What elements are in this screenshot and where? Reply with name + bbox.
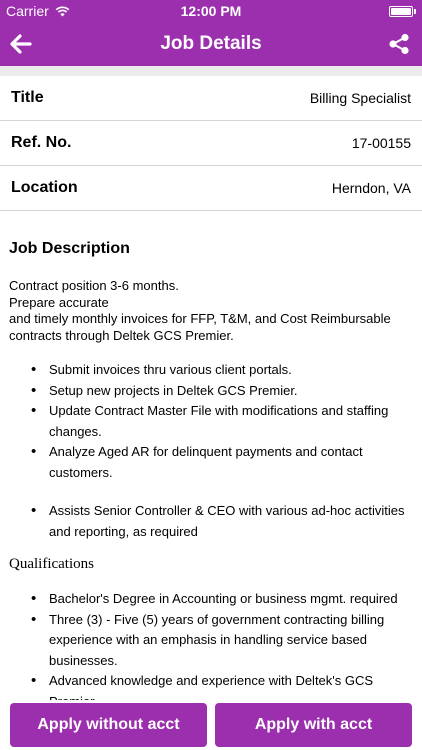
page-title: Job Details <box>160 33 262 54</box>
list-item: Setup new projects in Deltek GCS Premier… <box>9 381 413 402</box>
intro-line: and timely monthly invoices for FFP, T&M… <box>9 311 391 343</box>
list-item: Advanced knowledge and experience with D… <box>9 671 413 700</box>
description-intro: Contract position 3-6 months. Prepare ac… <box>9 278 413 344</box>
job-description-scroll[interactable]: Job Description Contract position 3-6 mo… <box>0 212 422 700</box>
list-item: Analyze Aged AR for delinquent payments … <box>9 442 413 483</box>
list-item: Bachelor's Degree in Accounting or busin… <box>9 589 413 610</box>
job-details-table: Title Billing Specialist Ref. No. 17-001… <box>0 76 422 211</box>
back-arrow-icon <box>10 34 32 54</box>
detail-row-title: Title Billing Specialist <box>0 76 422 121</box>
list-item: Update Contract Master File with modific… <box>9 401 413 442</box>
detail-value: Herndon, VA <box>331 180 411 196</box>
apply-with-account-button[interactable]: Apply with acct <box>215 703 412 747</box>
header-separator <box>0 66 422 76</box>
wifi-icon <box>55 6 70 16</box>
responsibilities-list: Submit invoices thru various client port… <box>9 360 413 483</box>
job-description-heading: Job Description <box>9 240 130 257</box>
battery-icon <box>389 5 416 17</box>
nav-bar: Job Details <box>0 22 422 66</box>
list-item: Submit invoices thru various client port… <box>9 360 413 381</box>
detail-row-location: Location Herndon, VA <box>0 166 422 211</box>
action-bar: Apply without acct Apply with acct <box>0 700 422 750</box>
list-item: Assists Senior Controller & CEO with var… <box>9 501 413 542</box>
detail-label: Location <box>11 179 78 196</box>
detail-value: 17-00155 <box>351 135 411 151</box>
intro-line: Contract position 3-6 months. <box>9 278 179 293</box>
carrier-group: Carrier <box>6 3 70 19</box>
apply-without-account-button[interactable]: Apply without acct <box>10 703 207 747</box>
intro-line: Prepare accurate <box>9 294 109 310</box>
detail-row-ref-no: Ref. No. 17-00155 <box>0 121 422 166</box>
carrier-label: Carrier <box>6 3 49 19</box>
detail-label: Title <box>11 89 44 106</box>
list-item: Three (3) - Five (5) years of government… <box>9 610 413 672</box>
qualifications-heading: Qualifications <box>9 556 94 572</box>
detail-label: Ref. No. <box>11 134 72 151</box>
qualifications-list: Bachelor's Degree in Accounting or busin… <box>9 589 413 700</box>
back-button[interactable] <box>6 29 36 59</box>
share-button[interactable] <box>384 29 414 59</box>
detail-value: Billing Specialist <box>309 90 411 106</box>
share-icon <box>389 33 409 55</box>
status-bar: Carrier 12:00 PM <box>0 0 422 22</box>
additional-duties-list: Assists Senior Controller & CEO with var… <box>9 501 413 542</box>
